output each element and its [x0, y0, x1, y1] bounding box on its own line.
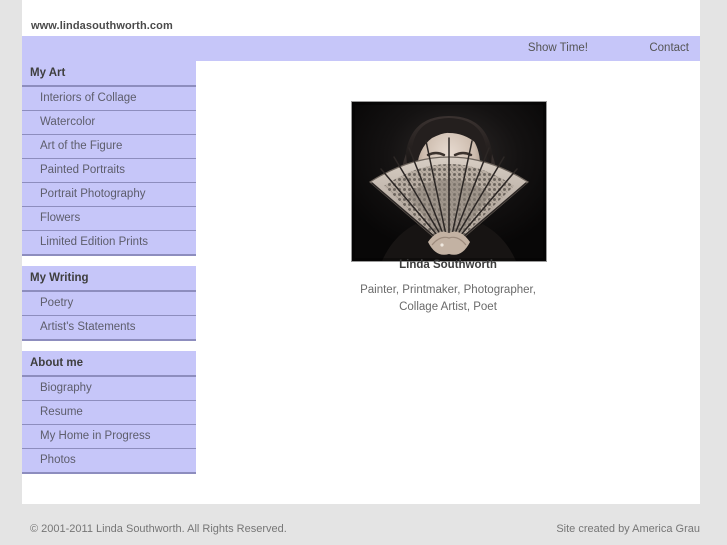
sidebar-item-painted-portraits[interactable]: Painted Portraits	[22, 159, 196, 183]
artist-roles-line-2: Collage Artist, Poet	[399, 301, 497, 313]
site-url-label: www.lindasouthworth.com	[31, 20, 173, 32]
sidebar-item-photos[interactable]: Photos	[22, 449, 196, 472]
sidebar-item-portrait-photography[interactable]: Portrait Photography	[22, 183, 196, 207]
artist-roles-text: Painter, Printmaker, Photographer, Colla…	[196, 282, 700, 316]
sidebar-item-watercolor[interactable]: Watercolor	[22, 111, 196, 135]
sidebar-item-biography[interactable]: Biography	[22, 377, 196, 401]
nav-group-title-my-writing: My Writing	[22, 266, 196, 292]
topnav-link-show-time[interactable]: Show Time!	[528, 42, 588, 54]
site-header: www.lindasouthworth.com	[22, 0, 700, 36]
site-credit-text: Site created by America Grau	[556, 523, 700, 535]
nav-group-about-me: About me Biography Resume My Home in Pro…	[22, 351, 196, 474]
artist-roles-line-1: Painter, Printmaker, Photographer,	[360, 284, 536, 296]
sidebar-item-poetry[interactable]: Poetry	[22, 292, 196, 316]
nav-group-my-writing: My Writing Poetry Artist's Statements	[22, 266, 196, 341]
sidebar-item-limited-edition-prints[interactable]: Limited Edition Prints	[22, 231, 196, 254]
nav-group-title-my-art: My Art	[22, 61, 196, 87]
sidebar-item-my-home-in-progress[interactable]: My Home in Progress	[22, 425, 196, 449]
copyright-text: © 2001-2011 Linda Southworth. All Rights…	[30, 523, 287, 535]
artist-name-heading: Linda Southworth	[399, 259, 497, 271]
main-content: Linda Southworth Painter, Printmaker, Ph…	[196, 61, 700, 504]
portrait-photo-graphic	[352, 102, 546, 261]
nav-group-title-about-me: About me	[22, 351, 196, 377]
nav-group-my-art: My Art Interiors of Collage Watercolor A…	[22, 61, 196, 256]
sidebar-navigation: My Art Interiors of Collage Watercolor A…	[22, 61, 196, 484]
sidebar-item-resume[interactable]: Resume	[22, 401, 196, 425]
topnav-link-contact[interactable]: Contact	[649, 42, 689, 54]
page-wrapper: www.lindasouthworth.com Show Time! Conta…	[22, 0, 700, 545]
sidebar-item-art-of-the-figure[interactable]: Art of the Figure	[22, 135, 196, 159]
top-navigation-bar: Show Time! Contact	[22, 36, 700, 61]
sidebar-item-artists-statements[interactable]: Artist's Statements	[22, 316, 196, 339]
sidebar-item-flowers[interactable]: Flowers	[22, 207, 196, 231]
site-footer: © 2001-2011 Linda Southworth. All Rights…	[22, 504, 700, 545]
body-region: My Art Interiors of Collage Watercolor A…	[22, 61, 700, 504]
artist-portrait-photo	[351, 101, 547, 262]
sidebar-item-interiors-of-collage[interactable]: Interiors of Collage	[22, 87, 196, 111]
